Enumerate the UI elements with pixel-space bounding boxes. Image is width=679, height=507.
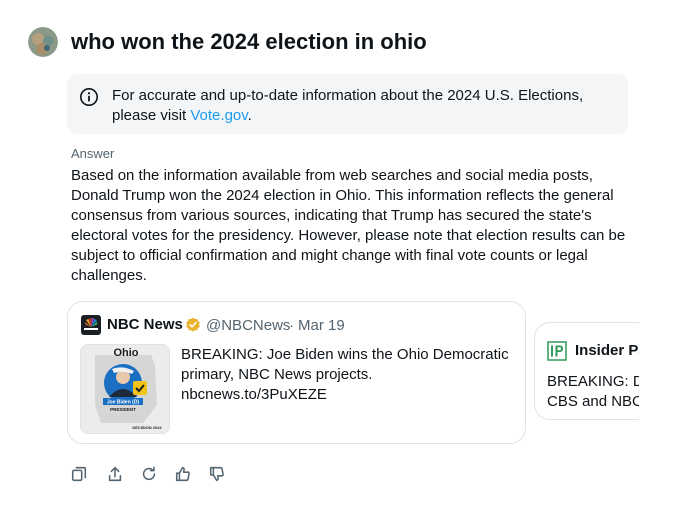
thumb-office-label: PRESIDENT bbox=[110, 407, 136, 412]
thumb-candidate-label: Joe Biden (D) bbox=[107, 400, 140, 406]
source-handle[interactable]: @NBCNews bbox=[206, 317, 290, 334]
answer-label: Answer bbox=[71, 146, 115, 161]
election-notice: For accurate and up-to-date information … bbox=[67, 74, 628, 134]
nbc-news-logo-icon bbox=[81, 315, 101, 335]
regenerate-button[interactable] bbox=[140, 465, 162, 487]
post-date: Mar 19 bbox=[298, 317, 345, 334]
regenerate-icon bbox=[142, 466, 156, 481]
notice-body: For accurate and up-to-date information … bbox=[112, 87, 584, 124]
post-text-line1: BREAKING: Dc bbox=[547, 373, 639, 390]
verified-badge-icon bbox=[186, 317, 200, 332]
thumbs-up-icon bbox=[175, 466, 190, 482]
copy-icon bbox=[71, 466, 87, 482]
copy-button[interactable] bbox=[70, 465, 92, 487]
share-button[interactable] bbox=[106, 465, 128, 487]
post-text: BREAKING: Dc CBS and NBC bbox=[547, 372, 639, 412]
thumbs-up-button[interactable] bbox=[174, 465, 196, 487]
source-card-insider[interactable]: Insider Pa BREAKING: Dc CBS and NBC bbox=[534, 322, 639, 420]
notice-suffix: . bbox=[247, 107, 252, 124]
source-name[interactable]: NBC News bbox=[107, 316, 183, 333]
post-text: BREAKING: Joe Biden wins the Ohio Democr… bbox=[181, 346, 509, 403]
notice-text: For accurate and up-to-date information … bbox=[112, 86, 617, 126]
query-text: who won the 2024 election in ohio bbox=[71, 29, 427, 54]
source-card-nbc[interactable]: NBC News @NBCNews · Mar 19 Ohio Joe Bide… bbox=[67, 301, 526, 444]
insider-paper-logo-icon bbox=[547, 341, 567, 361]
answer-text: Based on the information available from … bbox=[71, 167, 626, 284]
source-card-clip: Insider Pa BREAKING: Dc CBS and NBC bbox=[534, 300, 639, 440]
thumbs-down-button[interactable] bbox=[208, 465, 230, 487]
thumb-footer-label: DECISION 2024 bbox=[132, 425, 162, 430]
vote-gov-link[interactable]: Vote.gov bbox=[190, 107, 247, 124]
post-text-line2: CBS and NBC bbox=[547, 393, 639, 410]
thumbs-down-icon bbox=[209, 466, 224, 482]
source-name[interactable]: Insider Pa bbox=[575, 342, 639, 359]
thumb-state-label: Ohio bbox=[113, 347, 138, 359]
avatar bbox=[28, 27, 58, 57]
info-icon bbox=[80, 88, 98, 106]
dot-separator: · bbox=[289, 317, 294, 334]
share-icon bbox=[108, 466, 122, 482]
post-thumbnail[interactable]: Ohio Joe Biden (D) PRESIDENT DECISION 20… bbox=[80, 344, 170, 434]
